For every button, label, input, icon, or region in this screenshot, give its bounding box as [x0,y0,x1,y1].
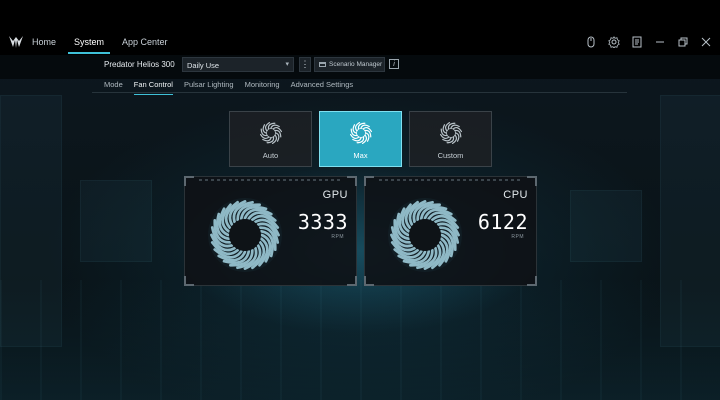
scenario-manager-button[interactable]: Scenario Manager [314,57,385,72]
panel-deco-strip [199,179,342,181]
info-icon[interactable]: i [389,59,399,69]
fan-mode-label: Max [353,151,368,160]
close-icon[interactable] [700,36,712,48]
panel-corner [184,176,194,186]
minimize-icon[interactable] [654,36,666,48]
window-controls [585,36,712,48]
predator-logo-icon[interactable] [8,34,24,50]
fan-rpm-value: 6122 [477,210,528,234]
nav-system[interactable]: System [68,37,111,54]
fan-hub [446,128,456,138]
fan-mode-custom-button[interactable]: Custom [409,111,492,167]
settings-gear-icon[interactable] [608,36,620,48]
fan-mode-label: Custom [437,151,464,160]
chevron-down-icon: ▾ [285,61,289,68]
fan-hub [266,128,276,138]
bg-floor [0,280,720,400]
restore-icon[interactable] [677,36,689,48]
folder-icon [319,62,326,67]
device-model: Predator Helios 300 [104,60,175,69]
cpu-fan-panel: CPU 6122 RPM [364,176,537,286]
panel-corner [527,176,537,186]
fan-custom-icon [440,122,462,144]
scenario-manager-label: Scenario Manager [329,61,383,68]
fan-name: CPU [503,189,528,201]
nav-app-center[interactable]: App Center [122,37,168,52]
panel-corner [347,276,357,286]
more-options-icon[interactable]: ⋮ [299,57,311,72]
tabs-divider [92,92,627,93]
fan-rpm-unit: RPM [331,234,344,240]
profile-dropdown[interactable]: Daily Use ▾ [182,57,294,72]
fan-name: GPU [322,189,348,201]
fan-hub [409,219,441,251]
fan-mode-auto-button[interactable]: Auto [229,111,312,167]
fan-hub [356,128,366,138]
panel-corner [527,276,537,286]
title-bar: Home System App Center [0,0,720,55]
profile-value: Daily Use [187,61,220,70]
panel-corner [364,176,374,186]
panel-corner [364,276,374,286]
fan-rpm-unit: RPM [511,234,524,240]
fan-mode-label: Auto [262,151,279,160]
fan-hub [229,219,261,251]
fan-max-icon [350,122,372,144]
nav-home[interactable]: Home [32,37,56,52]
fan-rpm-value: 3333 [297,210,348,234]
gpu-fan-icon [208,198,282,272]
panel-corner [347,176,357,186]
fan-auto-icon [260,122,282,144]
notes-icon[interactable] [631,36,643,48]
bg-block [80,180,152,262]
controller-icon[interactable] [585,36,597,48]
bg-block [570,190,642,262]
panel-corner [184,276,194,286]
gpu-fan-panel: GPU 3333 RPM [184,176,357,286]
main-nav: Home System App Center [32,37,186,54]
cpu-fan-icon [388,198,462,272]
panel-deco-strip [379,179,522,181]
fan-mode-max-button[interactable]: Max [319,111,402,167]
